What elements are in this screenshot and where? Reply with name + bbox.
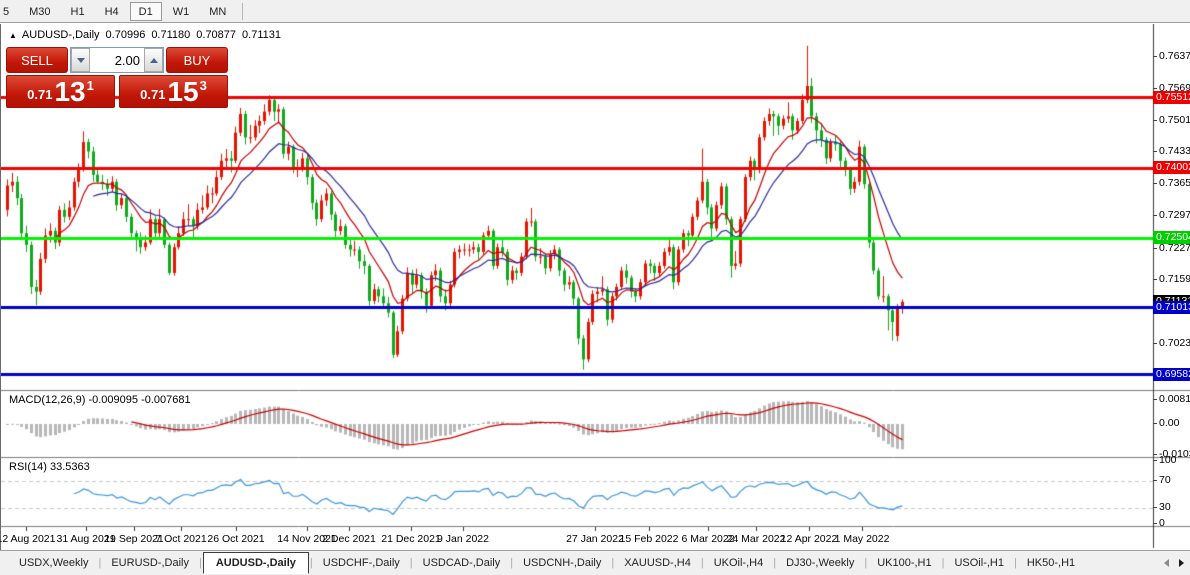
buy-price-big: 15	[167, 76, 199, 107]
tabs-scroll-left-arrow[interactable]	[1164, 559, 1169, 567]
price-level-badge: 0.72504	[1153, 231, 1190, 245]
buy-price-prefix: 0.71	[140, 87, 166, 102]
chart-tab-audusd-daily[interactable]: AUDUSD-,Daily	[202, 551, 309, 574]
arrow-down-icon	[76, 57, 85, 63]
tab-separator: |	[98, 557, 102, 569]
close-value: 0.71131	[242, 29, 281, 41]
collapse-triangle-icon[interactable]: ▲	[9, 31, 17, 40]
trading-platform-window: { "toolbar": { "timeframes": [ {"label":…	[0, 0, 1190, 575]
volume-control	[70, 47, 164, 73]
volume-increase-button[interactable]	[144, 48, 163, 72]
rsi-indicator-label: RSI(14) 33.5363	[9, 461, 90, 473]
price-tick-label: 0.74330	[1153, 145, 1190, 157]
tab-separator: |	[510, 557, 514, 569]
arrow-up-icon	[149, 57, 158, 63]
buy-price-box[interactable]: 0.71 15 3	[119, 75, 228, 108]
date-tick-label: 7 Oct 2021	[155, 533, 207, 545]
date-tick-label: 12 Aug 2021	[0, 533, 56, 545]
macd-tick-label: 0.00	[1152, 417, 1180, 429]
tab-separator: |	[941, 557, 945, 569]
date-tick-label: 2 Dec 2021	[322, 533, 376, 545]
sell-button[interactable]: SELL	[6, 47, 68, 73]
macd-tick-label: 0.00811	[1152, 393, 1190, 405]
one-click-trading-panel: SELL BUY 0.71131 0.71153	[6, 47, 228, 108]
date-tick-label: 9 Jan 2022	[437, 533, 489, 545]
price-level-badge: 0.71013	[1153, 300, 1190, 314]
price-tick-label: 0.70230	[1153, 337, 1190, 349]
price-tick-label: 0.76370	[1153, 50, 1190, 62]
buy-price-pipette: 3	[199, 78, 207, 93]
timeframe-button-mn[interactable]: MN	[200, 2, 235, 21]
rsi-tick-label: 70	[1153, 473, 1171, 486]
sell-price-box[interactable]: 0.71 13 1	[6, 75, 115, 108]
chart-title: ▲ AUDUSD-,Daily 0.70996 0.71180 0.70877 0.711…	[9, 29, 281, 41]
chart-tab-usdchf-daily[interactable]: USDCHF-,Daily	[314, 553, 409, 573]
volume-decrease-button[interactable]	[71, 48, 90, 72]
price-tick-label: 0.73650	[1153, 177, 1190, 189]
timeframe-button-m30[interactable]: M30	[20, 2, 59, 21]
date-tick-label: 21 Dec 2021	[381, 533, 441, 545]
high-value: 0.71180	[151, 29, 191, 41]
tab-separator: |	[1013, 557, 1017, 569]
open-value: 0.70996	[105, 29, 146, 41]
chart-window: ▲ AUDUSD-,Daily 0.70996 0.71180 0.70877 0.711…	[0, 24, 1190, 550]
tab-separator: |	[309, 557, 313, 569]
chart-tab-uk100-h1[interactable]: UK100-,H1	[868, 553, 940, 573]
rsi-tick-label: 0	[1153, 517, 1165, 529]
sell-price-pipette: 1	[86, 78, 94, 93]
sell-price-big: 13	[54, 76, 86, 107]
date-tick-label: 27 Jan 2022	[566, 533, 624, 545]
tab-separator: |	[409, 557, 413, 569]
timeframe-button-5[interactable]: 5	[0, 2, 18, 21]
date-tick-label: 26 Oct 2021	[207, 533, 265, 545]
timeframe-toolbar: 5 M30 H1 H4 D1 W1 MN	[0, 0, 1190, 23]
price-level-badge: 0.74002	[1153, 161, 1190, 175]
chart-tab-usoil-h1[interactable]: USOil-,H1	[945, 553, 1013, 573]
tab-separator: |	[773, 557, 777, 569]
chart-tab-usdcad-daily[interactable]: USDCAD-,Daily	[414, 553, 510, 573]
chart-tab-ukoil-h4[interactable]: UKOil-,H4	[705, 553, 773, 573]
price-tick-label: 0.71590	[1153, 273, 1190, 285]
tab-separator: |	[611, 557, 615, 569]
rsi-tick-label: 30	[1153, 500, 1171, 513]
timeframe-button-h4[interactable]: H4	[96, 2, 128, 21]
date-tick-label: 15 Feb 2022	[619, 533, 679, 545]
price-tick-label: 0.75010	[1153, 114, 1190, 126]
toolbar-separator	[242, 2, 244, 20]
timeframe-button-w1[interactable]: W1	[164, 2, 199, 21]
low-value: 0.70877	[196, 29, 237, 41]
chart-tab-dj30-weekly[interactable]: DJ30-,Weekly	[777, 553, 863, 573]
price-tick-label: 0.72970	[1153, 209, 1190, 221]
tab-separator: |	[198, 557, 202, 569]
chart-tab-eurusd-daily[interactable]: EURUSD-,Daily	[102, 553, 198, 573]
symbol-period-label: AUDUSD-,Daily	[21, 29, 100, 41]
chart-tabbar: USDX,Weekly | EURUSD-,Daily | AUDUSD-,Daily |…	[0, 550, 1190, 575]
sell-price-prefix: 0.71	[27, 87, 53, 102]
macd-indicator-label: MACD(12,26,9) -0.009095 -0.007681	[9, 394, 191, 406]
chart-tab-xauusd-h4[interactable]: XAUUSD-,H4	[615, 553, 700, 573]
tabs-scroll-right-arrow[interactable]	[1179, 559, 1184, 567]
date-tick-label: 1 May 2022	[834, 533, 890, 545]
chart-tab-hk50-h1[interactable]: HK50-,H1	[1018, 553, 1084, 573]
timeframe-button-d1[interactable]: D1	[129, 1, 162, 21]
price-level-badge: 0.75512	[1153, 90, 1190, 104]
chart-tab-usdcnh-daily[interactable]: USDCNH-,Daily	[514, 553, 610, 573]
tab-separator: |	[864, 557, 868, 569]
chart-tab-usdx-weekly[interactable]: USDX,Weekly	[10, 553, 97, 573]
volume-input[interactable]	[90, 48, 144, 72]
buy-button[interactable]: BUY	[166, 47, 228, 73]
price-level-badge: 0.69582	[1153, 367, 1190, 381]
rsi-tick-label: 100	[1153, 453, 1177, 466]
tab-separator: |	[700, 557, 704, 569]
date-tick-label: 12 Apr 2022	[780, 533, 838, 545]
date-tick-label: 24 Mar 2022	[726, 533, 786, 545]
timeframe-button-h1[interactable]: H1	[62, 2, 94, 21]
